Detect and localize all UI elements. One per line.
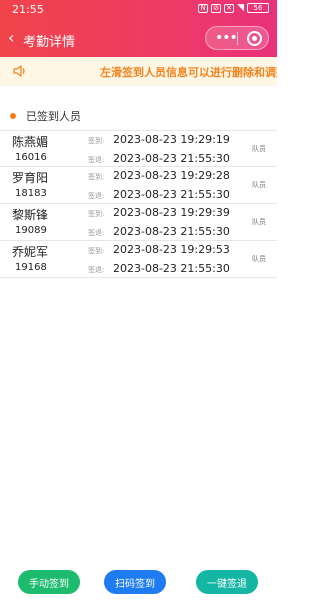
status-time: 21:55 (12, 3, 44, 16)
attendee-role: 队员 (252, 255, 266, 263)
attendee-id: 19168 (15, 262, 47, 273)
more-icon[interactable]: ••• (215, 31, 238, 45)
sign-in-label: 签到: (88, 247, 105, 255)
speaker-icon (13, 65, 25, 77)
back-icon[interactable]: ‹ (8, 28, 14, 47)
capsule-divider (237, 32, 238, 45)
page-title: 考勤详情 (23, 35, 76, 50)
attendee-name: 乔妮军 (12, 245, 49, 259)
attendee-row[interactable]: 陈燕媚 16016 签到: 2023-08-23 19:29:19 签退: 20… (0, 130, 277, 167)
close-target-icon[interactable] (247, 31, 262, 46)
sign-in-time: 2023-08-23 19:29:28 (113, 169, 230, 182)
section-header: 已签到人员 (10, 108, 81, 124)
nav-bar: ‹ 考勤详情 ••• (0, 24, 277, 54)
notice-bar: 左滑签到人员信息可以进行删除和调整 (0, 57, 277, 86)
sign-in-time: 2023-08-23 19:29:19 (113, 133, 230, 146)
attendee-role: 队员 (252, 181, 266, 189)
scan-sign-in-button[interactable]: 扫码签到 (104, 570, 166, 594)
sign-out-time: 2023-08-23 21:55:30 (113, 188, 230, 201)
sign-out-label: 签退: (88, 192, 105, 200)
attendee-id: 16016 (15, 152, 47, 163)
attendee-role: 队员 (252, 218, 266, 226)
battery-level: 56 (253, 4, 263, 12)
attendee-row[interactable]: 罗育阳 18183 签到: 2023-08-23 19:29:28 签退: 20… (0, 167, 277, 204)
sign-out-label: 签退: (88, 266, 105, 274)
attendee-name: 罗育阳 (12, 171, 49, 185)
attendee-id: 18183 (15, 188, 47, 199)
mute-icon: ⊘ (211, 3, 222, 13)
sign-in-label: 签到: (88, 210, 105, 218)
sign-out-time: 2023-08-23 21:55:30 (113, 262, 230, 275)
manual-sign-in-button[interactable]: 手动签到 (18, 570, 80, 594)
attendee-row[interactable]: 乔妮军 19168 签到: 2023-08-23 19:29:53 签退: 20… (0, 241, 277, 278)
sign-out-label: 签退: (88, 156, 105, 164)
attendee-list: 陈燕媚 16016 签到: 2023-08-23 19:29:19 签退: 20… (0, 130, 277, 278)
battery-icon: 56 (247, 3, 269, 13)
section-title: 已签到人员 (26, 110, 81, 123)
attendee-id: 19089 (15, 225, 47, 236)
wifi-icon: ◥ (237, 3, 244, 13)
sign-in-time: 2023-08-23 19:29:39 (113, 206, 230, 219)
attendance-section: 已签到人员 陈燕媚 16016 签到: 2023-08-23 19:29:19 … (0, 86, 277, 600)
notice-text: 左滑签到人员信息可以进行删除和调整 (100, 66, 277, 79)
sign-out-label: 签退: (88, 229, 105, 237)
attendee-name: 黎斯锋 (12, 208, 49, 222)
no-sim-icon: ✕ (224, 3, 235, 13)
nfc-icon: N (198, 3, 209, 13)
mini-program-capsule: ••• (205, 26, 269, 50)
status-icons: N ⊘ ✕ ◥ 56 (198, 3, 269, 13)
attendee-role: 队员 (252, 145, 266, 153)
section-dot-icon (10, 113, 16, 119)
attendee-name: 陈燕媚 (12, 135, 49, 149)
one-click-sign-out-button[interactable]: 一键签退 (196, 570, 258, 594)
sign-in-label: 签到: (88, 173, 105, 181)
sign-out-time: 2023-08-23 21:55:30 (113, 225, 230, 238)
sign-out-time: 2023-08-23 21:55:30 (113, 152, 230, 165)
sign-in-label: 签到: (88, 137, 105, 145)
sign-in-time: 2023-08-23 19:29:53 (113, 243, 230, 256)
status-bar: 21:55 N ⊘ ✕ ◥ 56 (0, 0, 277, 20)
attendee-row[interactable]: 黎斯锋 19089 签到: 2023-08-23 19:29:39 签退: 20… (0, 204, 277, 241)
header: 21:55 N ⊘ ✕ ◥ 56 ‹ 考勤详情 ••• (0, 0, 277, 57)
